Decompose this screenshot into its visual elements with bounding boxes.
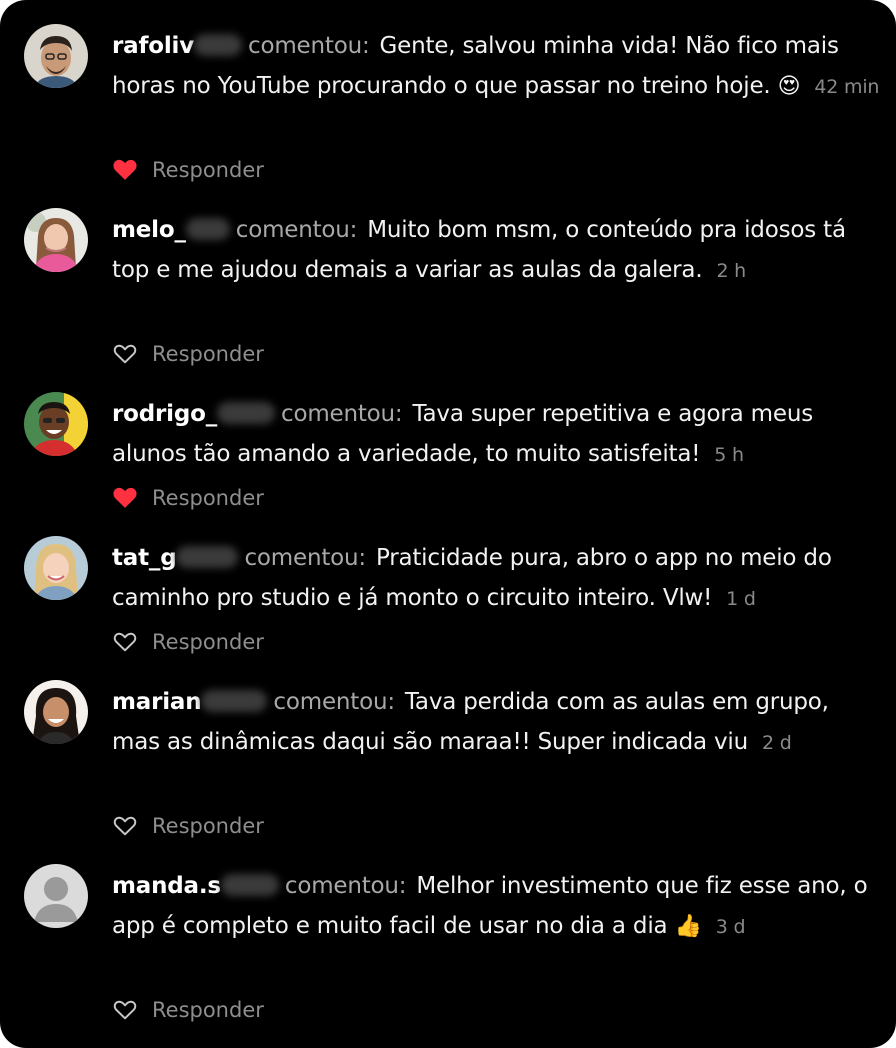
heart-filled-icon[interactable]: [112, 485, 138, 509]
heart-outline-icon[interactable]: [112, 997, 138, 1021]
comment-text: rafoliv comentou: Gente, salvou minha vida…: [112, 26, 882, 107]
blurred-username-suffix: [194, 34, 243, 56]
reply-button[interactable]: Responder: [152, 339, 264, 369]
blurred-username-suffix: [176, 546, 239, 568]
comment-text: marian comentou: Tava perdida com as aulas…: [112, 682, 882, 763]
comment-username[interactable]: rodrigo_: [112, 401, 217, 427]
comment-verb: comentou:: [244, 545, 366, 571]
comment-timestamp[interactable]: 1 d: [726, 588, 756, 610]
blurred-username-suffix: [220, 874, 279, 896]
avatar[interactable]: [24, 536, 88, 600]
avatar[interactable]: [24, 208, 88, 272]
comment-username[interactable]: melo_: [112, 217, 186, 243]
comment-timestamp[interactable]: 2 h: [716, 260, 746, 282]
avatar[interactable]: [24, 864, 88, 928]
avatar[interactable]: [24, 24, 88, 88]
comment-timestamp[interactable]: 42 min: [814, 76, 879, 98]
heart-outline-icon[interactable]: [112, 341, 138, 365]
comments-panel: rafoliv comentou: Gente, salvou minha vida…: [0, 0, 896, 1048]
comment-emoji: 😍: [777, 74, 801, 99]
reply-button[interactable]: Responder: [152, 811, 264, 841]
comment-username[interactable]: tat_g: [112, 545, 177, 571]
blurred-username-suffix: [185, 218, 230, 240]
reply-button[interactable]: Responder: [152, 995, 264, 1025]
comment-text: manda.s comentou: Melhor investimento que …: [112, 866, 882, 947]
comment-verb: comentou:: [273, 689, 395, 715]
comment-verb: comentou:: [281, 401, 403, 427]
avatar[interactable]: [24, 392, 88, 456]
comment-text: tat_g comentou: Praticidade pura, abro o a…: [112, 538, 882, 619]
reply-button[interactable]: Responder: [152, 627, 264, 657]
comment-text: rodrigo_ comentou: Tava super repetitiva e…: [112, 394, 882, 475]
comment-username[interactable]: marian: [112, 689, 202, 715]
comment-username[interactable]: rafoliv: [112, 33, 194, 59]
comment-verb: comentou:: [235, 217, 358, 243]
comment-timestamp[interactable]: 2 d: [762, 732, 792, 754]
reply-button[interactable]: Responder: [152, 155, 264, 185]
comment-timestamp[interactable]: 5 h: [714, 444, 744, 466]
comment-verb: comentou:: [284, 873, 407, 899]
comment-verb: comentou:: [248, 33, 370, 59]
comment-text: melo_ comentou: Muito bom msm, o conteúdo …: [112, 210, 882, 291]
comment-emoji: 👍: [674, 914, 702, 939]
reply-button[interactable]: Responder: [152, 483, 264, 513]
blurred-username-suffix: [201, 690, 268, 712]
comment-username[interactable]: manda.s: [112, 873, 221, 899]
blurred-username-suffix: [217, 402, 275, 424]
comment-timestamp[interactable]: 3 d: [716, 916, 746, 938]
avatar[interactable]: [24, 680, 88, 744]
heart-outline-icon[interactable]: [112, 813, 138, 837]
heart-outline-icon[interactable]: [112, 629, 138, 653]
heart-filled-icon[interactable]: [112, 157, 138, 181]
